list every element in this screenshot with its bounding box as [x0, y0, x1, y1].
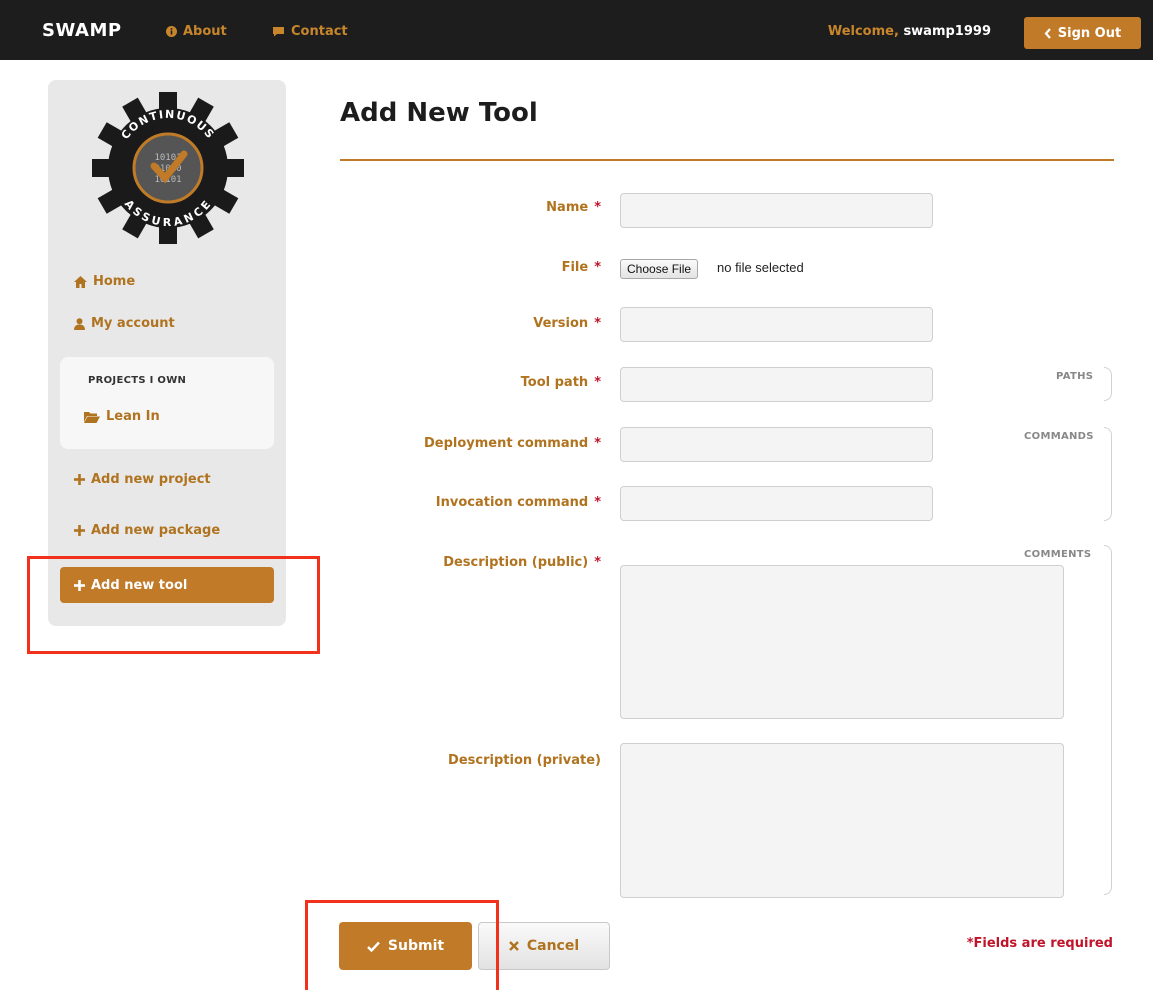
sidebar-item-label: Home: [93, 274, 136, 289]
welcome-prefix: Welcome,: [827, 24, 899, 39]
folder-open-icon: [84, 411, 100, 423]
welcome-message: Welcome, swamp1999: [828, 24, 991, 39]
description-private-textarea[interactable]: [620, 743, 1064, 898]
comment-icon: [272, 26, 285, 37]
info-circle-icon: [166, 26, 177, 37]
invocation-command-input[interactable]: [620, 486, 933, 521]
commands-section-label: COMMANDS: [1024, 431, 1094, 442]
description-public-textarea[interactable]: [620, 565, 1064, 719]
plus-icon: [74, 474, 85, 485]
comments-section-bracket: [1104, 545, 1112, 895]
sidebar-item-label: Add new project: [91, 472, 211, 487]
paths-section-label: PATHS: [1056, 371, 1094, 382]
cancel-label: Cancel: [526, 938, 580, 954]
close-icon: [509, 941, 519, 951]
comments-section-label: COMMENTS: [1024, 549, 1092, 560]
welcome-username: swamp1999: [903, 24, 991, 39]
brand-logo-text[interactable]: SWAMP: [42, 20, 122, 41]
description-private-label: Description (private): [448, 753, 601, 768]
tool-path-label: Tool path *: [520, 375, 601, 390]
invocation-command-label: Invocation command *: [435, 495, 601, 510]
home-icon: [74, 275, 87, 288]
description-public-label: Description (public) *: [443, 555, 601, 570]
nav-contact-link[interactable]: Contact: [272, 24, 348, 39]
chevron-left-icon: [1044, 27, 1052, 39]
file-status-text: no file selected: [717, 260, 804, 275]
choose-file-button[interactable]: Choose File: [620, 259, 699, 279]
continuous-assurance-logo: 10101 01010 10101 CONTINUOUS ASSURANCE: [88, 88, 248, 248]
deployment-command-label: Deployment command *: [423, 436, 601, 451]
page-title: Add New Tool: [340, 98, 538, 128]
project-item[interactable]: Lean In: [84, 409, 160, 424]
project-item-label: Lean In: [106, 409, 160, 424]
top-navbar: SWAMP About Contact Welcome, swamp1999 S…: [0, 0, 1153, 60]
sidebar-item-my-account[interactable]: My account: [74, 316, 175, 331]
sidebar: 10101 01010 10101 CONTINUOUS ASSURANCE H…: [48, 80, 286, 626]
title-divider: [340, 159, 1114, 161]
required-fields-note: *Fields are required: [966, 936, 1113, 951]
sidebar-item-home[interactable]: Home: [74, 274, 135, 289]
plus-icon: [74, 525, 85, 536]
sidebar-item-add-project[interactable]: Add new project: [74, 472, 211, 487]
commands-section-bracket: [1104, 427, 1112, 521]
version-label: Version *: [533, 316, 601, 331]
nav-about-label: About: [183, 24, 227, 39]
sidebar-item-label: My account: [91, 316, 175, 331]
deployment-command-input[interactable]: [620, 427, 933, 462]
projects-panel: PROJECTS I OWN Lean In: [60, 357, 274, 449]
paths-section-bracket: [1104, 367, 1112, 401]
highlight-box-submit: [305, 900, 499, 990]
nav-contact-label: Contact: [291, 24, 348, 39]
name-label: Name *: [546, 200, 601, 215]
sidebar-item-label: Add new package: [91, 523, 221, 538]
nav-about-link[interactable]: About: [166, 24, 227, 39]
version-input[interactable]: [620, 307, 933, 342]
user-icon: [74, 317, 85, 330]
projects-heading: PROJECTS I OWN: [88, 375, 187, 386]
highlight-box-add-tool: [27, 556, 320, 654]
sign-out-button[interactable]: Sign Out: [1024, 17, 1141, 49]
sidebar-item-add-package[interactable]: Add new package: [74, 523, 220, 538]
name-input[interactable]: [620, 193, 933, 228]
tool-path-input[interactable]: [620, 367, 933, 402]
file-label: File *: [561, 260, 601, 275]
sign-out-label: Sign Out: [1057, 25, 1122, 41]
